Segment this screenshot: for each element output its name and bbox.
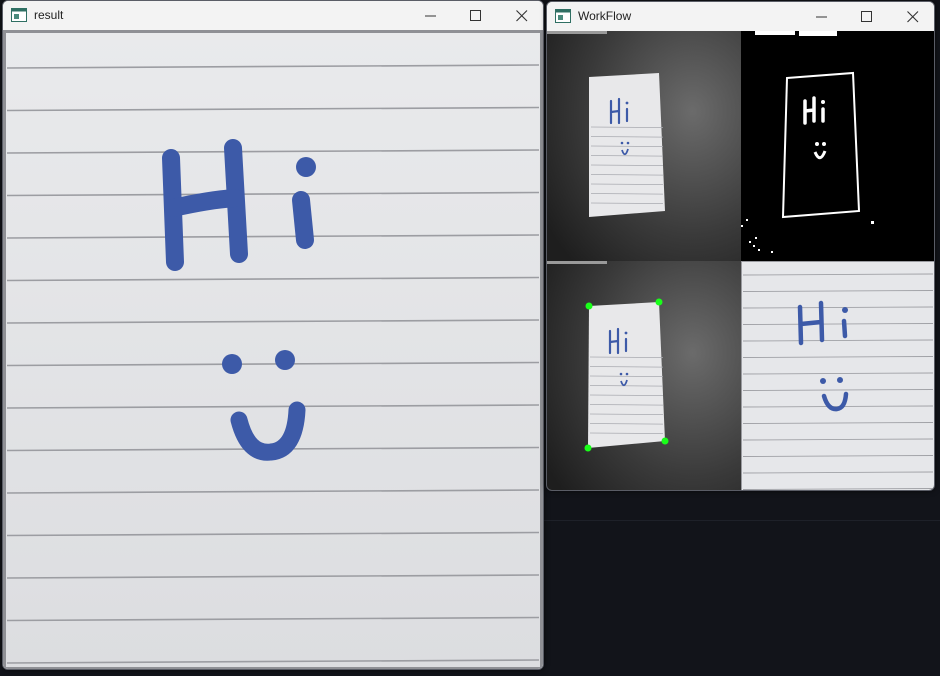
pane-warped bbox=[741, 261, 934, 490]
timestamp-overlay bbox=[547, 261, 607, 264]
timestamp-blob bbox=[799, 31, 837, 36]
corner-marker-top-right bbox=[655, 298, 663, 306]
maximize-button[interactable] bbox=[453, 1, 499, 30]
maximize-icon bbox=[861, 11, 872, 22]
mini-eye bbox=[619, 372, 623, 376]
mini-i-dot bbox=[625, 101, 629, 105]
corner-marker-top-left bbox=[585, 302, 593, 310]
smiley-right-eye bbox=[275, 350, 295, 370]
close-button[interactable] bbox=[499, 1, 543, 30]
pane-corners bbox=[547, 261, 741, 490]
timestamp-overlay bbox=[547, 31, 607, 34]
corner-marker-bottom-right bbox=[661, 437, 669, 445]
workflow-titlebar[interactable]: WorkFlow bbox=[547, 2, 934, 31]
letter-i-dot bbox=[296, 157, 316, 177]
minimize-icon bbox=[816, 16, 827, 18]
threshold-eye bbox=[822, 142, 826, 146]
note-paper bbox=[589, 73, 665, 217]
warped-note-image bbox=[3, 30, 543, 669]
corner-marker-bottom-left bbox=[584, 444, 592, 452]
threshold-eye bbox=[815, 142, 819, 146]
warped-i-dot bbox=[842, 307, 848, 313]
close-icon bbox=[907, 11, 919, 23]
paper-background bbox=[3, 30, 543, 669]
workflow-grid bbox=[547, 31, 934, 490]
desktop-divider bbox=[544, 520, 940, 521]
threshold-background bbox=[741, 31, 934, 261]
app-window-icon bbox=[555, 9, 571, 23]
mini-eye bbox=[625, 372, 629, 376]
mini-eye bbox=[620, 141, 624, 145]
minimize-button[interactable] bbox=[408, 1, 454, 30]
warped-eye bbox=[837, 377, 843, 383]
close-icon bbox=[516, 10, 528, 22]
result-titlebar[interactable]: result bbox=[3, 1, 543, 30]
smiley-left-eye bbox=[222, 354, 242, 374]
timestamp-blob bbox=[755, 31, 795, 35]
warped-eye bbox=[820, 378, 826, 384]
maximize-button[interactable] bbox=[844, 2, 890, 31]
mini-i-dot bbox=[624, 331, 628, 335]
result-window[interactable]: result bbox=[2, 0, 544, 670]
pane-original bbox=[547, 31, 741, 261]
result-window-title: result bbox=[34, 8, 64, 22]
threshold-i-dot bbox=[821, 100, 825, 104]
mini-eye bbox=[626, 141, 630, 145]
minimize-icon bbox=[425, 15, 436, 17]
close-button[interactable] bbox=[890, 2, 934, 31]
result-image-area bbox=[3, 30, 543, 669]
letter-i-stem bbox=[292, 191, 314, 249]
workflow-window-title: WorkFlow bbox=[578, 9, 632, 23]
workflow-window[interactable]: WorkFlow bbox=[546, 1, 935, 491]
letter-h-bar bbox=[164, 189, 244, 217]
maximize-icon bbox=[470, 10, 481, 21]
pane-threshold bbox=[741, 31, 934, 261]
minimize-button[interactable] bbox=[799, 2, 845, 31]
app-window-icon bbox=[11, 8, 27, 22]
